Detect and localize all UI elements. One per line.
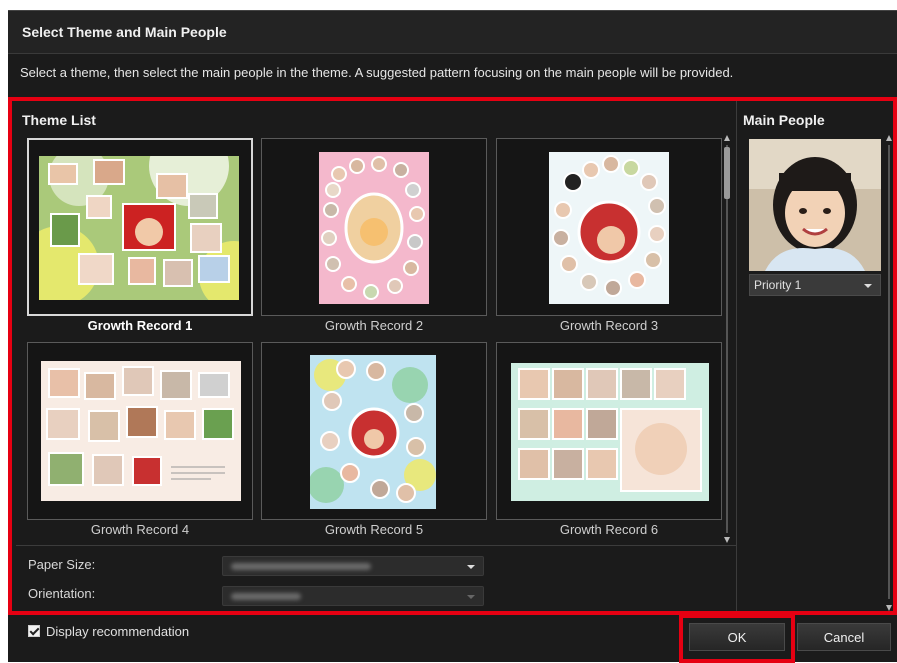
display-recommendation-checkbox[interactable] [28,625,40,637]
scroll-track [726,145,728,533]
theme-thumbnail [310,355,436,509]
theme-tile-growth-record-1[interactable] [27,138,253,316]
cancel-button[interactable]: Cancel [797,623,891,651]
theme-label-2: Growth Record 2 [324,318,424,333]
theme-tile-growth-record-4[interactable] [27,342,253,520]
collage-thumbnail-3 [549,152,669,304]
collage-thumbnail-4 [41,361,241,501]
collage-thumbnail-6 [511,363,709,501]
panel-divider [736,101,737,613]
theme-label-1: Growth Record 1 [87,318,193,333]
main-people-heading: Main People [743,112,825,128]
ok-button[interactable]: OK [689,623,785,651]
collage-thumbnail-2 [319,152,429,304]
orientation-value-blurred [231,593,301,600]
theme-tile-growth-record-3[interactable] [496,138,722,316]
theme-tile-growth-record-2[interactable] [261,138,487,316]
instruction-text: Select a theme, then select the main peo… [20,65,734,80]
theme-list-scrollbar[interactable] [724,135,730,545]
theme-thumbnail [549,152,669,304]
scroll-track [888,145,890,599]
priority-select[interactable]: Priority 1 [749,274,881,296]
select-theme-dialog: Select Theme and Main People Select a th… [8,10,897,663]
paper-size-label: Paper Size: [28,557,96,572]
chevron-down-icon [467,565,475,569]
chevron-down-icon [467,595,475,599]
person-photo-image [749,139,881,271]
theme-tile-growth-record-5[interactable] [261,342,487,520]
main-person-photo[interactable] [749,139,881,271]
settings-divider [16,545,736,546]
collage-thumbnail-5 [310,355,436,509]
main-people-scrollbar[interactable] [886,135,892,611]
scroll-up-arrow-icon[interactable] [724,135,730,141]
theme-label-5: Growth Record 5 [324,522,424,537]
theme-thumbnail [41,361,241,501]
collage-thumbnail-1 [39,156,239,300]
scroll-thumb[interactable] [724,147,730,199]
theme-label-4: Growth Record 4 [90,522,190,537]
orientation-select[interactable] [222,586,484,606]
priority-value: Priority 1 [754,278,802,292]
theme-thumbnail [319,152,429,304]
paper-size-value-blurred [231,563,371,570]
theme-tile-growth-record-6[interactable] [496,342,722,520]
title-bar: Select Theme and Main People [8,11,897,54]
theme-list-heading: Theme List [22,112,96,128]
theme-thumbnail [39,156,239,300]
dialog-title: Select Theme and Main People [22,24,227,40]
paper-size-select[interactable] [222,556,484,576]
display-recommendation-label: Display recommendation [46,624,190,639]
scroll-up-arrow-icon[interactable] [886,135,892,141]
chevron-down-icon [864,284,872,288]
theme-thumbnail [511,363,709,501]
scroll-down-arrow-icon[interactable] [886,605,892,611]
orientation-label: Orientation: [28,586,96,601]
theme-label-6: Growth Record 6 [559,522,659,537]
scroll-down-arrow-icon[interactable] [724,537,730,543]
theme-label-3: Growth Record 3 [559,318,659,333]
